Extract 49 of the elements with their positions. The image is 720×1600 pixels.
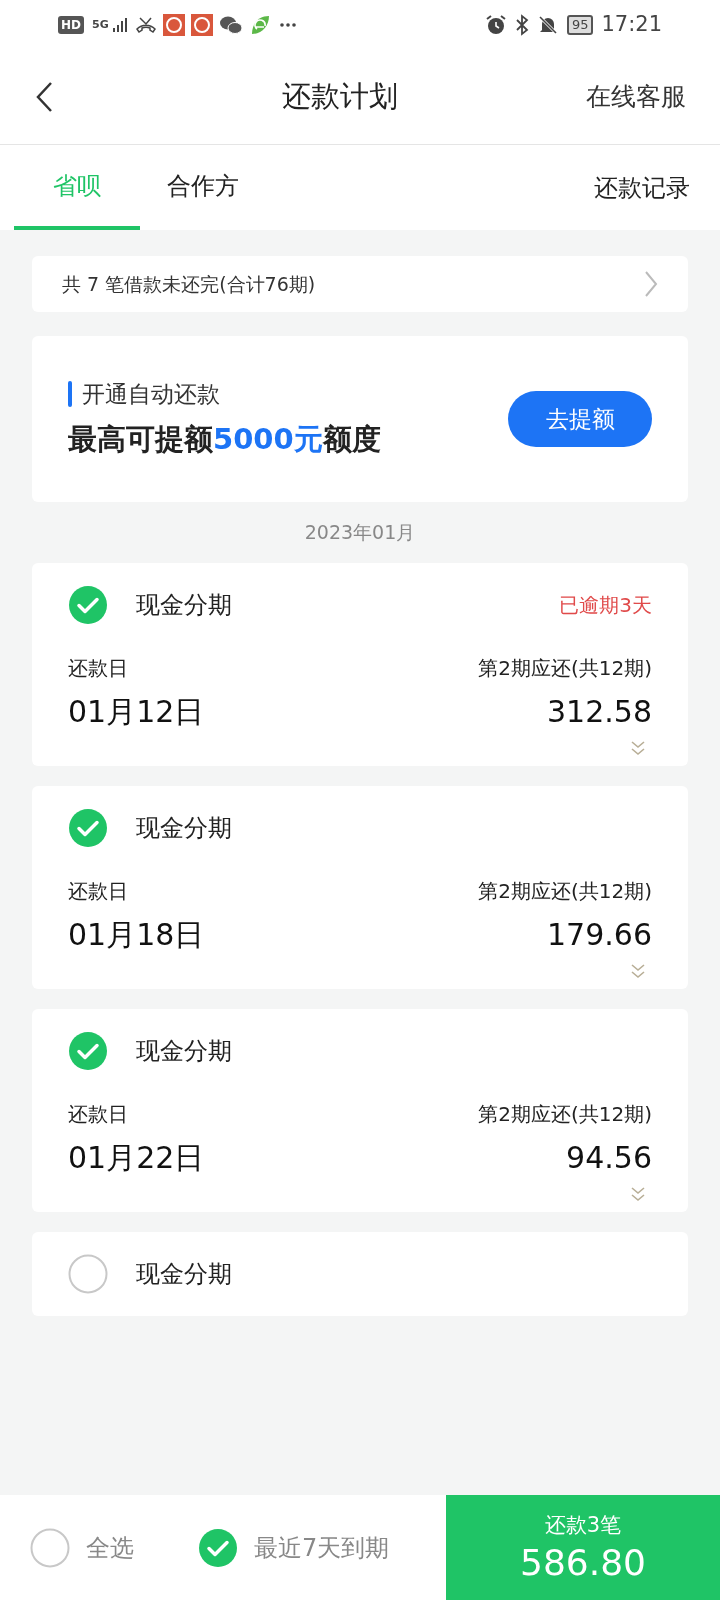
due-date-label: 还款日 [68,877,128,905]
more-icon [278,22,297,28]
amount-due: 179.66 [547,915,652,954]
due-date: 01月12日 [68,692,205,731]
chat-bubbles-icon [218,14,243,36]
network-type: 5G [92,16,109,33]
installment-label: 第2期应还(共12期) [478,654,652,682]
checked-circle-icon[interactable] [198,1527,238,1568]
back-icon[interactable] [34,81,54,113]
due-date-label: 还款日 [68,1100,128,1128]
hd-badge: HD [58,16,84,34]
checked-circle-icon[interactable] [68,1030,108,1071]
customer-service-link[interactable]: 在线客服 [586,78,686,116]
due-date-label: 还款日 [68,654,128,682]
missed-call-icon [134,14,157,36]
promo-title: 开通自动还款 [82,380,220,409]
select-all-label: 全选 [86,1532,134,1564]
month-heading: 2023年01月 [304,520,416,545]
raise-limit-button[interactable]: 去提额 [508,391,652,447]
loan-name: 现金分期 [136,589,232,621]
checked-circle-icon[interactable] [68,807,108,848]
repayment-history-link[interactable]: 还款记录 [594,145,706,230]
tab[interactable]: 合作方 [140,145,266,230]
loan-name: 现金分期 [136,1035,232,1067]
battery-level: 95 [566,15,594,35]
due-date: 01月18日 [68,915,205,954]
page-title: 还款计划 [282,78,398,116]
signal-icon [110,16,129,34]
chevron-right-icon [644,270,658,298]
loan-name: 现金分期 [136,1258,232,1290]
amount-due: 94.56 [566,1138,652,1177]
installment-label: 第2期应还(共12期) [478,1100,652,1128]
due-date: 01月22日 [68,1138,205,1177]
installment-label: 第2期应还(共12期) [478,877,652,905]
promo-headline: 最高可提额5000元额度 [68,420,382,458]
due-soon-filter-label: 最近7天到期 [254,1532,390,1564]
app-notification-icon [190,14,213,36]
checked-circle-icon[interactable] [68,584,108,625]
app-notification-icon [162,14,185,36]
muted-bell-icon [536,14,559,36]
accent-bar [68,381,72,408]
unchecked-circle-icon[interactable] [68,1253,108,1294]
loan-name: 现金分期 [136,812,232,844]
amount-due: 312.58 [547,692,652,731]
unchecked-circle-icon[interactable] [30,1527,70,1568]
loan-summary-bar[interactable]: 共 7 笔借款未还完(合计76期) [32,256,688,312]
status-time: 17:21 [601,11,662,39]
alarm-icon [484,14,507,36]
overdue-status: 已逾期3天 [559,591,652,619]
